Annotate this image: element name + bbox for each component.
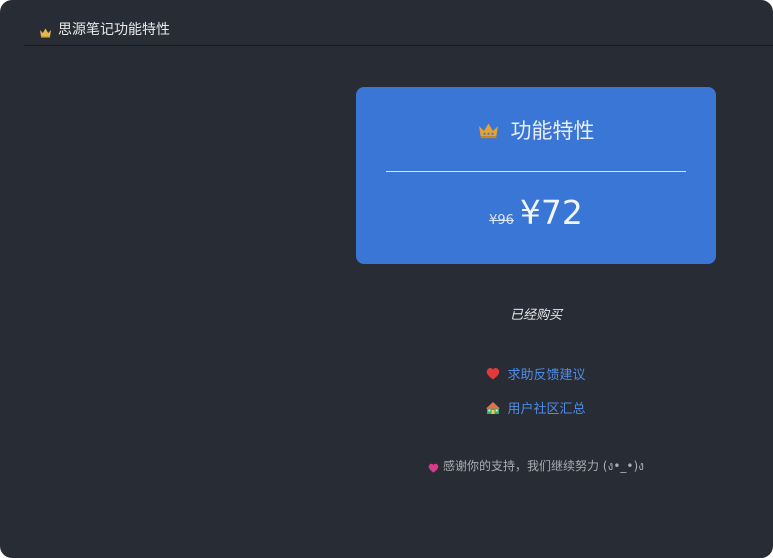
title-bar: 思源笔记功能特性 (24, 12, 773, 46)
house-icon (486, 401, 501, 415)
community-row: 用户社区汇总 (356, 398, 716, 417)
window-title: 思源笔记功能特性 (58, 21, 170, 38)
crown-icon (478, 121, 499, 139)
price-card: 功能特性 ¥96 ¥72 (356, 87, 716, 264)
help-feedback-row: 求助反馈建议 (356, 364, 716, 383)
current-price: ¥72 (519, 193, 583, 232)
card-title: 功能特性 (510, 119, 595, 143)
original-price: ¥96 (489, 213, 514, 228)
heart-icon (486, 367, 500, 381)
heart-icon (428, 462, 439, 473)
crown-icon (39, 23, 52, 38)
price-row: ¥96 ¥72 (356, 193, 716, 237)
card-header: 功能特性 (356, 113, 716, 147)
purchase-status: 已经购买 (509, 308, 562, 323)
thanks-message: 感谢你的支持，我们继续努力 (ง•_•)ง (356, 457, 716, 476)
thanks-text: 感谢你的支持，我们继续努力 (ง•_•)ง (442, 459, 645, 473)
dialog-window: 思源笔记功能特性 功能特性 ¥96 ¥72 已经购买 求助反馈建议 用户社区汇总… (0, 0, 773, 558)
help-feedback-link[interactable]: 求助反馈建议 (507, 364, 585, 383)
card-divider (386, 171, 686, 172)
community-link[interactable]: 用户社区汇总 (507, 398, 585, 417)
